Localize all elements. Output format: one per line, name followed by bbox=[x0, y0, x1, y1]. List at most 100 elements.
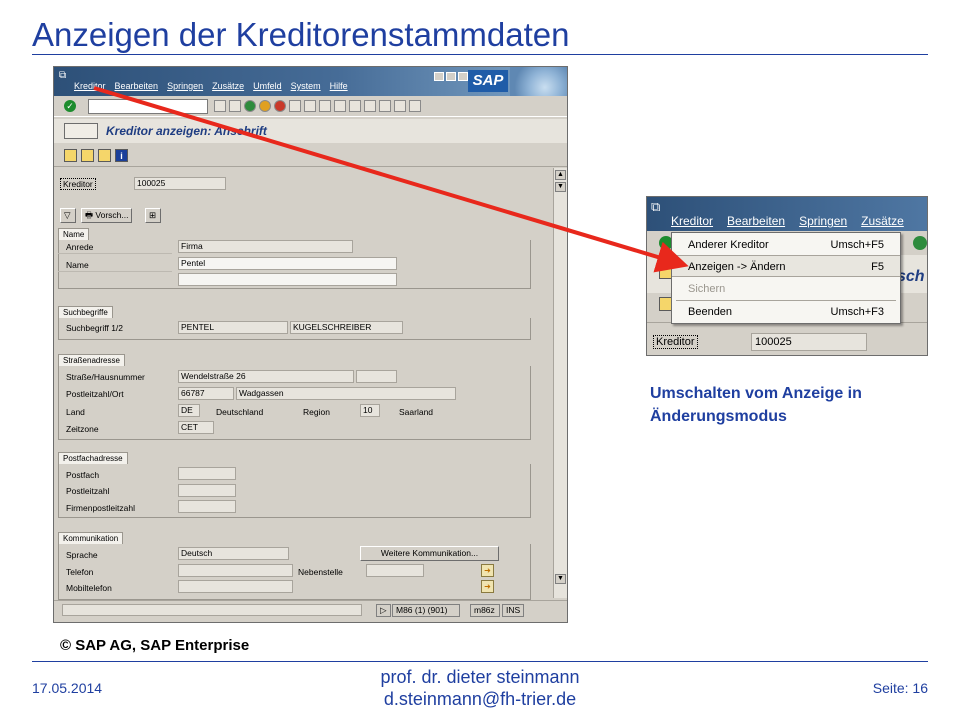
back-icon[interactable] bbox=[913, 236, 927, 250]
region-name: Saarland bbox=[399, 407, 434, 417]
window-menu-icon[interactable]: ⧉ bbox=[59, 70, 66, 81]
scroll-down-icon[interactable]: ▼ bbox=[555, 574, 566, 584]
telefon-more-icon[interactable]: ➜ bbox=[481, 564, 494, 577]
horizontal-scrollbar[interactable] bbox=[62, 604, 362, 616]
cancel-icon[interactable] bbox=[274, 100, 286, 112]
back-icon[interactable] bbox=[244, 100, 256, 112]
name-field[interactable]: Pentel bbox=[178, 257, 397, 270]
sap-menubar: ⧉ Kreditor Bearbeiten Springen Zusätze U… bbox=[54, 67, 567, 96]
menu-zusaetze[interactable]: Zusätze bbox=[212, 81, 244, 91]
nebenstelle-label: Nebenstelle bbox=[298, 567, 343, 577]
scroll-up-icon[interactable]: ▲ bbox=[555, 170, 566, 180]
scroll-up2-icon[interactable]: ▼ bbox=[555, 182, 566, 192]
menu-item-anzeigen-aendern[interactable]: Anzeigen -> Ändern F5 bbox=[672, 255, 900, 277]
menu-kreditor[interactable]: Kreditor bbox=[671, 214, 713, 228]
vertical-scrollbar[interactable]: ▲ ▼ ▼ bbox=[553, 168, 567, 598]
menu-springen[interactable]: Springen bbox=[799, 214, 847, 228]
telefon-field[interactable] bbox=[178, 564, 293, 577]
close-icon[interactable] bbox=[458, 72, 468, 81]
info-icon[interactable]: i bbox=[115, 149, 128, 162]
sap-content-area: Kreditor 100025 ▽ 🖶 Vorsch... ⊞ Name Anr… bbox=[54, 168, 552, 600]
footer-page-number: Seite: 16 bbox=[872, 680, 928, 696]
menu-system[interactable]: System bbox=[291, 81, 321, 91]
suchbegriff2-field[interactable]: KUGELSCHREIBER bbox=[290, 321, 403, 334]
menu-item-beenden[interactable]: Beenden Umsch+F3 bbox=[672, 301, 900, 323]
title-divider bbox=[32, 54, 928, 55]
sap-menu: Kreditor Bearbeiten Springen Zusätze Umf… bbox=[74, 81, 348, 91]
display-change-icon[interactable] bbox=[64, 123, 98, 139]
menu-bearbeiten[interactable]: Bearbeiten bbox=[115, 81, 159, 91]
edit-pencil-icon[interactable] bbox=[64, 149, 77, 162]
menu-item-anderer-kreditor[interactable]: Anderer Kreditor Umsch+F5 bbox=[672, 234, 900, 256]
minimize-icon[interactable] bbox=[434, 72, 444, 81]
strasse-field[interactable]: Wendelstraße 26 bbox=[178, 370, 354, 383]
footer-author: prof. dr. dieter steinmann bbox=[380, 667, 580, 687]
group-kommunikation-title: Kommunikation bbox=[58, 532, 124, 544]
anrede-label: Anrede bbox=[66, 242, 94, 252]
find-next-icon[interactable] bbox=[319, 100, 331, 112]
plz-field[interactable]: 66787 bbox=[178, 387, 234, 400]
zeitzone-field[interactable]: CET bbox=[178, 421, 214, 434]
sprache-field[interactable]: Deutsch bbox=[178, 547, 289, 560]
menu-zusaetze[interactable]: Zusätze bbox=[861, 214, 904, 228]
menu-kreditor[interactable]: Kreditor bbox=[74, 81, 106, 91]
firmenpostleitzahl-field[interactable] bbox=[178, 500, 236, 513]
sap-title-bar: Kreditor anzeigen: Anschrift bbox=[54, 119, 567, 143]
suchbegriff1-field[interactable]: PENTEL bbox=[178, 321, 288, 334]
kreditor-label: Kreditor bbox=[653, 335, 698, 349]
menu-umfeld[interactable]: Umfeld bbox=[253, 81, 282, 91]
find-icon[interactable] bbox=[304, 100, 316, 112]
print-icon[interactable] bbox=[289, 100, 301, 112]
command-field[interactable] bbox=[88, 99, 208, 114]
land-field[interactable]: DE bbox=[178, 404, 200, 417]
status-expand-icon[interactable]: ▷ bbox=[376, 604, 391, 617]
toolbar-icons bbox=[214, 100, 421, 112]
ort-field[interactable]: Wadgassen bbox=[236, 387, 456, 400]
suchbegriff-label: Suchbegriff 1/2 bbox=[66, 323, 124, 333]
name2-field[interactable] bbox=[178, 273, 397, 286]
menu-springen[interactable]: Springen bbox=[167, 81, 203, 91]
window-menu-icon[interactable]: ⧉ bbox=[651, 199, 660, 215]
prev-page-icon[interactable] bbox=[349, 100, 361, 112]
first-page-icon[interactable] bbox=[334, 100, 346, 112]
postfach-field[interactable] bbox=[178, 467, 236, 480]
sap-window: ⧉ Kreditor Bearbeiten Springen Zusätze U… bbox=[53, 66, 568, 623]
anrede-field[interactable]: Firma bbox=[178, 240, 353, 253]
sap-status-bar: ▷ M86 (1) (901) m86z INS bbox=[54, 600, 567, 620]
down-icon[interactable]: ▽ bbox=[60, 208, 76, 223]
telefon-label: Telefon bbox=[66, 567, 94, 577]
region-field[interactable]: 10 bbox=[360, 404, 380, 417]
preview-button[interactable]: 🖶 Vorsch... bbox=[81, 208, 133, 223]
copy-icon[interactable] bbox=[98, 149, 111, 162]
nebenstelle-field[interactable] bbox=[366, 564, 424, 577]
more-communication-button[interactable]: Weitere Kommunikation... bbox=[360, 546, 499, 561]
postfach-label: Postfach bbox=[66, 470, 100, 480]
last-page-icon[interactable] bbox=[379, 100, 391, 112]
menu-item-sichern[interactable]: Sichern bbox=[672, 278, 900, 300]
options-icon[interactable]: ⊞ bbox=[145, 208, 161, 223]
zoom-menubar: ⧉ Kreditor Bearbeiten Springen Zusätze bbox=[647, 197, 927, 231]
mobil-more-icon[interactable]: ➜ bbox=[481, 580, 494, 593]
next-page-icon[interactable] bbox=[364, 100, 376, 112]
name-label: Name bbox=[66, 260, 89, 270]
kreditor-field[interactable]: 100025 bbox=[751, 333, 867, 351]
copyright-notice: © SAP AG, SAP Enterprise bbox=[60, 637, 250, 654]
menu-hilfe[interactable]: Hilfe bbox=[330, 81, 348, 91]
new-session-icon[interactable] bbox=[394, 100, 406, 112]
sap-wave-graphic bbox=[510, 67, 567, 96]
mobiltelefon-field[interactable] bbox=[178, 580, 293, 593]
other-object-icon[interactable] bbox=[81, 149, 94, 162]
kreditor-field[interactable]: 100025 bbox=[134, 177, 226, 190]
hausnummer-field[interactable] bbox=[356, 370, 397, 383]
status-mode: INS bbox=[502, 604, 524, 617]
save-icon[interactable] bbox=[229, 100, 241, 112]
enter-check-icon[interactable]: ✓ bbox=[64, 100, 76, 112]
shortcut-icon[interactable] bbox=[409, 100, 421, 112]
footer-author-block: prof. dr. dieter steinmann d.steinmann@f… bbox=[300, 666, 660, 710]
land-name: Deutschland bbox=[216, 407, 264, 417]
exit-icon[interactable] bbox=[259, 100, 271, 112]
menu-bearbeiten[interactable]: Bearbeiten bbox=[727, 214, 785, 228]
postleitzahl-field[interactable] bbox=[178, 484, 236, 497]
maximize-icon[interactable] bbox=[446, 72, 456, 81]
back-arrow-icon[interactable] bbox=[214, 100, 226, 112]
